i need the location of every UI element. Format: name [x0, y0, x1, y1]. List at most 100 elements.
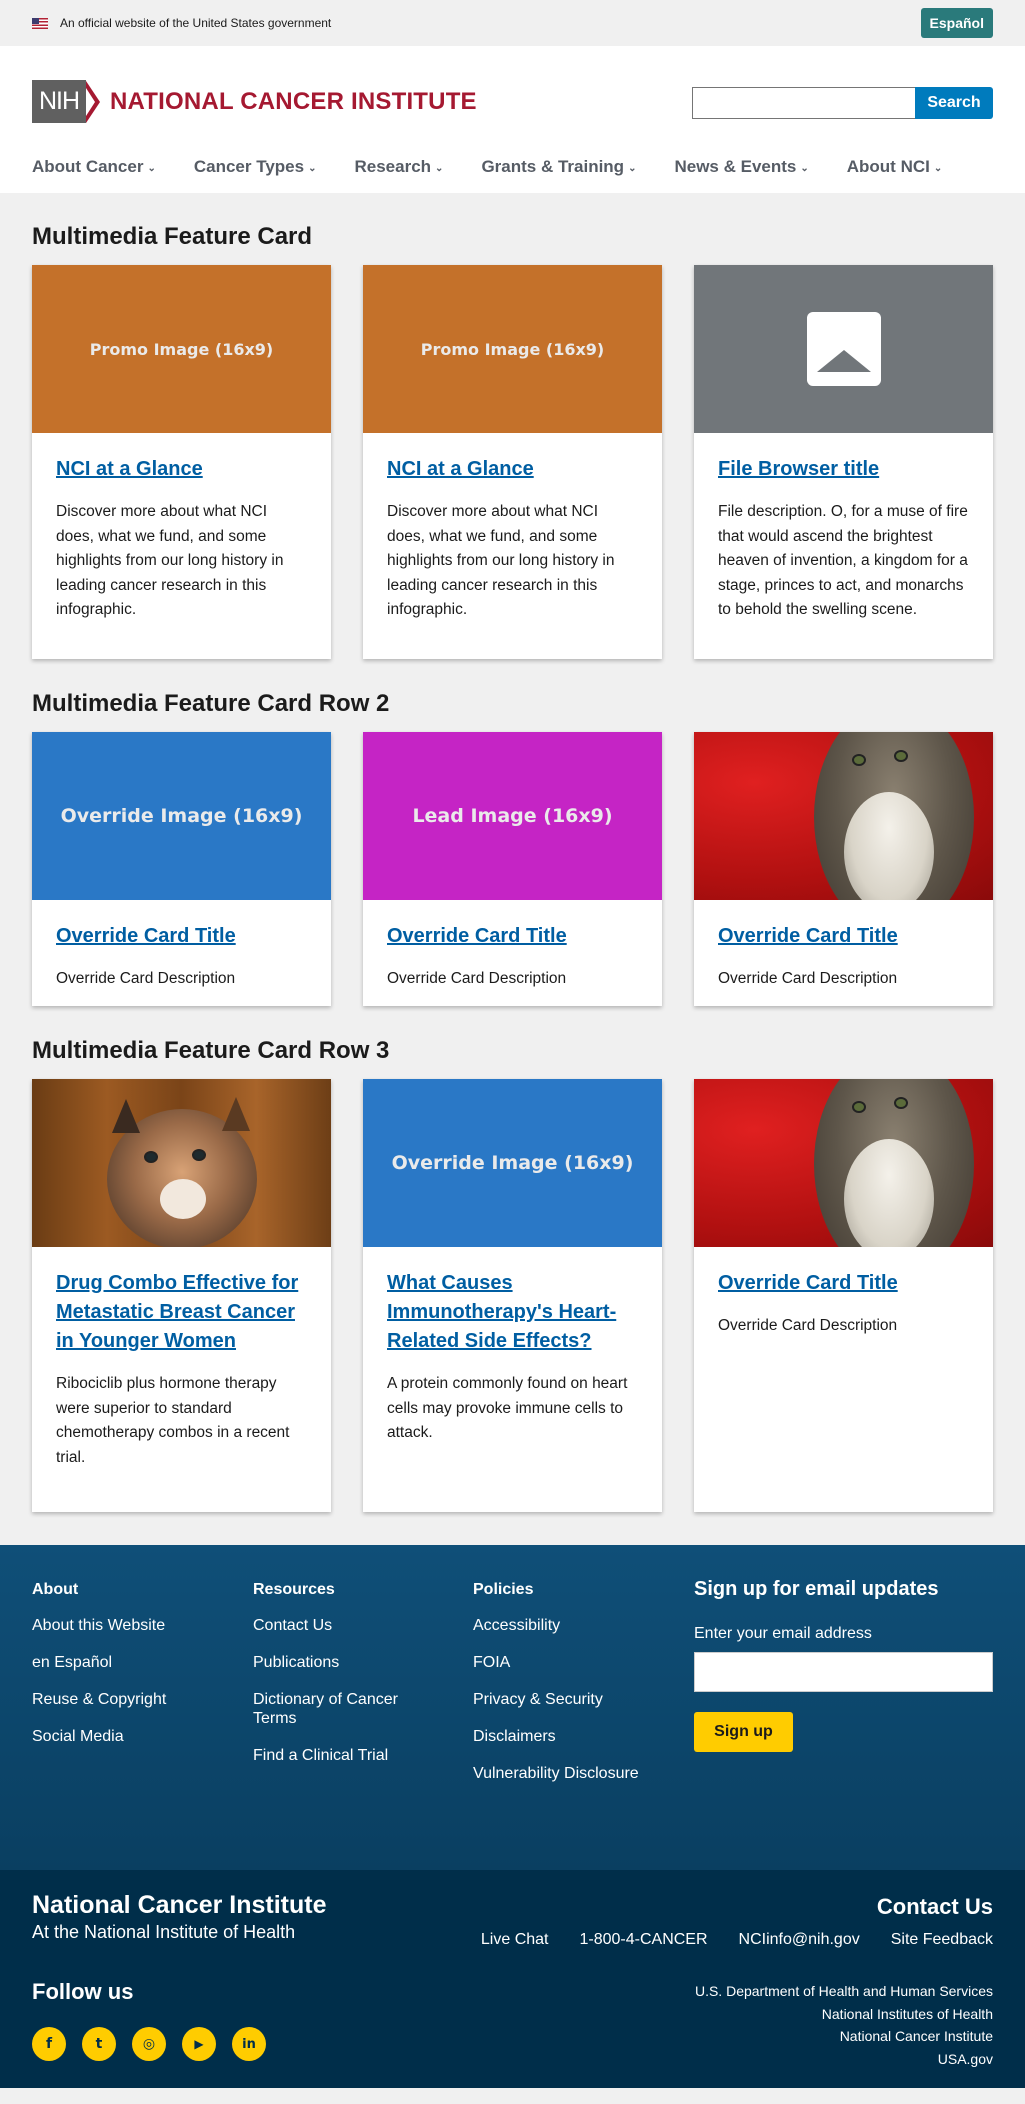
feature-card[interactable]: Override Card Title Override Card Descri…: [694, 732, 993, 1006]
contact-links: Live Chat 1-800-4-CANCER NCIinfo@nih.gov…: [481, 1931, 993, 1949]
gov-links: U.S. Department of Health and Human Serv…: [695, 1980, 993, 2070]
nav-label: About Cancer: [32, 157, 144, 176]
card-title-link[interactable]: File Browser title: [718, 458, 879, 480]
chevron-down-icon: ⌄: [933, 162, 943, 174]
footer-link[interactable]: Privacy & Security: [473, 1690, 633, 1709]
chevron-down-icon: ⌄: [800, 162, 809, 174]
email-link[interactable]: NCIinfo@nih.gov: [739, 1931, 860, 1949]
nav-about-cancer[interactable]: About Cancer ⌄: [32, 157, 156, 177]
card-description: Override Card Description: [387, 970, 567, 987]
card-description: Discover more about what NCI does, what …: [56, 503, 284, 618]
footer-link[interactable]: Accessibility: [473, 1616, 633, 1635]
card-title-link[interactable]: Override Card Title: [718, 1272, 898, 1294]
footer-link[interactable]: Disclaimers: [473, 1727, 633, 1746]
card-body: Override Card Title Override Card Descri…: [694, 900, 993, 1012]
gov-banner: An official website of the United States…: [0, 0, 1025, 46]
feature-card[interactable]: Drug Combo Effective for Metastatic Brea…: [32, 1079, 331, 1512]
nav-grants-training[interactable]: Grants & Training ⌄: [481, 157, 636, 177]
kitten-photo: [694, 1079, 993, 1247]
gov-link[interactable]: U.S. Department of Health and Human Serv…: [695, 1980, 993, 2003]
nav-label: Grants & Training: [481, 157, 625, 176]
footer-link[interactable]: Dictionary of Cancer Terms: [253, 1690, 413, 1728]
nav-cancer-types[interactable]: Cancer Types ⌄: [194, 157, 317, 177]
search-button[interactable]: Search: [915, 87, 993, 119]
footer-col-resources: Resources Contact Us Publications Dictio…: [253, 1581, 413, 1783]
footer-link[interactable]: Reuse & Copyright: [32, 1690, 192, 1709]
footer-link[interactable]: Find a Clinical Trial: [253, 1746, 413, 1765]
image-label: Override Image (16x9): [391, 1152, 634, 1174]
card-description: Override Card Description: [56, 970, 236, 987]
nci-logo[interactable]: NIH NATIONAL CANCER INSTITUTE: [32, 80, 477, 123]
card-body: Override Card Title Override Card Descri…: [363, 900, 662, 1012]
feature-card[interactable]: Override Image (16x9) What Causes Immuno…: [363, 1079, 662, 1512]
footer-link[interactable]: en Español: [32, 1653, 192, 1672]
card-body: Override Card Title Override Card Descri…: [694, 1247, 993, 1359]
site-feedback-link[interactable]: Site Feedback: [891, 1931, 993, 1949]
override-image: Override Image (16x9): [32, 732, 331, 900]
gov-link[interactable]: National Institutes of Health: [695, 2003, 993, 2026]
footer-links-area: About About this Website en Español Reus…: [0, 1545, 1025, 1870]
footer-link[interactable]: Publications: [253, 1653, 413, 1672]
card-title-link[interactable]: Override Card Title: [56, 925, 236, 947]
nav-about-nci[interactable]: About NCI ⌄: [847, 157, 942, 177]
feature-card[interactable]: Override Card Title Override Card Descri…: [694, 1079, 993, 1512]
card-description: A protein commonly found on heart cells …: [387, 1375, 628, 1441]
twitter-icon[interactable]: t: [82, 2027, 116, 2061]
footer-heading: Policies: [473, 1581, 534, 1598]
feature-card[interactable]: Lead Image (16x9) Override Card Title Ov…: [363, 732, 662, 1006]
site-footer: About About this Website en Español Reus…: [0, 1545, 1025, 2088]
footer-heading: About: [32, 1581, 79, 1598]
card-body: Override Card Title Override Card Descri…: [32, 900, 331, 1012]
facebook-icon[interactable]: f: [32, 2027, 66, 2061]
kitten-photo: [694, 732, 993, 900]
email-signup: Sign up for email updates Enter your ema…: [694, 1578, 993, 1752]
search-form: Search: [692, 87, 993, 119]
gov-link[interactable]: USA.gov: [695, 2048, 993, 2071]
espanol-button[interactable]: Español: [920, 8, 993, 38]
card-title-link[interactable]: Drug Combo Effective for Metastatic Brea…: [56, 1272, 298, 1352]
footer-link[interactable]: FOIA: [473, 1653, 633, 1672]
email-field[interactable]: [694, 1652, 993, 1692]
feature-card[interactable]: Override Image (16x9) Override Card Titl…: [32, 732, 331, 1006]
chevron-down-icon: ⌄: [147, 162, 156, 174]
signup-heading: Sign up for email updates: [694, 1578, 939, 1600]
promo-image: Promo Image (16x9): [32, 265, 331, 433]
footer-link[interactable]: Social Media: [32, 1727, 192, 1746]
contact-us-heading: Contact Us: [876, 1894, 993, 1919]
image-label: Promo Image (16x9): [420, 339, 605, 359]
section-title: Multimedia Feature Card: [32, 223, 313, 250]
image-label: Promo Image (16x9): [89, 339, 274, 359]
chevron-down-icon: ⌄: [435, 162, 444, 174]
card-title-link[interactable]: Override Card Title: [387, 925, 567, 947]
image-placeholder-icon: [806, 312, 881, 386]
search-input[interactable]: [692, 87, 915, 119]
nav-news-events[interactable]: News & Events ⌄: [674, 157, 808, 177]
feature-card[interactable]: Promo Image (16x9) NCI at a Glance Disco…: [32, 265, 331, 659]
card-body: File Browser title File description. O, …: [694, 433, 993, 643]
override-image: Override Image (16x9): [363, 1079, 662, 1247]
nav-label: Cancer Types: [193, 157, 305, 176]
signup-button[interactable]: Sign up: [694, 1712, 793, 1752]
instagram-icon[interactable]: ◎: [132, 2027, 166, 2061]
phone-link[interactable]: 1-800-4-CANCER: [579, 1931, 707, 1949]
follow-us-heading: Follow us: [32, 1979, 134, 2004]
linkedin-icon[interactable]: in: [232, 2027, 266, 2061]
card-title-link[interactable]: What Causes Immunotherapy's Heart-Relate…: [387, 1272, 616, 1352]
gov-link[interactable]: National Cancer Institute: [695, 2025, 993, 2048]
card-title-link[interactable]: NCI at a Glance: [56, 458, 203, 480]
feature-card[interactable]: File Browser title File description. O, …: [694, 265, 993, 659]
footer-link[interactable]: Vulnerability Disclosure: [473, 1764, 673, 1783]
card-title-link[interactable]: Override Card Title: [718, 925, 898, 947]
image-label: Override Image (16x9): [60, 805, 303, 827]
card-title-link[interactable]: NCI at a Glance: [387, 458, 534, 480]
nih-logo-box: NIH: [32, 80, 86, 123]
nih-chevron-icon: [86, 80, 100, 123]
chevron-down-icon: ⌄: [628, 162, 637, 174]
nav-research[interactable]: Research ⌄: [354, 157, 443, 177]
card-row: Override Image (16x9) Override Card Titl…: [32, 732, 993, 1006]
footer-link[interactable]: About this Website: [32, 1616, 192, 1635]
youtube-icon[interactable]: ▶: [182, 2027, 216, 2061]
live-chat-link[interactable]: Live Chat: [481, 1931, 549, 1949]
footer-link[interactable]: Contact Us: [253, 1616, 413, 1635]
feature-card[interactable]: Promo Image (16x9) NCI at a Glance Disco…: [363, 265, 662, 659]
